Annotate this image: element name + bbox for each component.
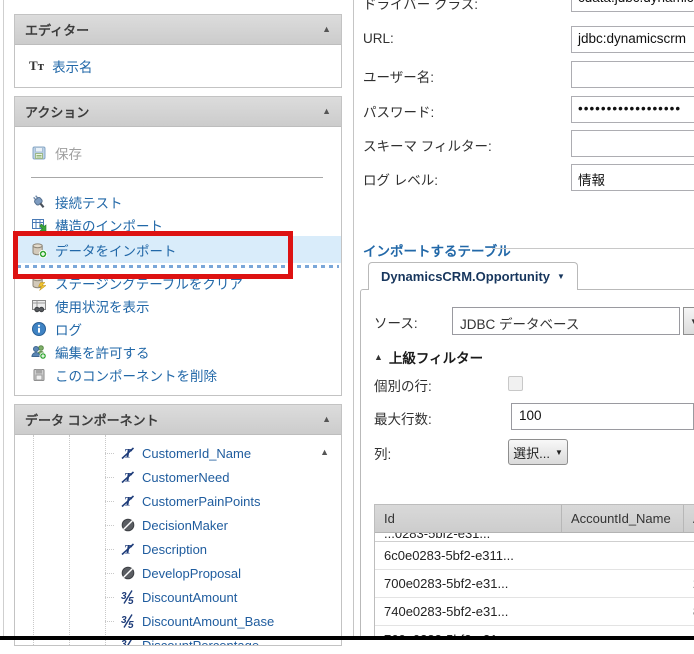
password-input[interactable]: ••••••••••••••••••	[571, 96, 694, 123]
collapse-arrow-icon[interactable]: ▲	[322, 25, 331, 34]
import-structure-icon	[32, 218, 47, 231]
editor-item-display-name[interactable]: 表示名	[52, 56, 93, 76]
actions-panel-header[interactable]: アクション ▲	[15, 97, 341, 127]
connection-settings-panel: ドライバー クラス: cdata.jdbc.dynamicscrm URL: j…	[353, 0, 694, 636]
action-import-structure[interactable]: 構造のインポート	[15, 213, 341, 236]
section-rule	[492, 248, 694, 249]
action-clear-staging-tables[interactable]: ステージングテーブルをクリア	[15, 271, 341, 294]
string-field-icon: T	[121, 542, 135, 557]
max-rows-input[interactable]: 100	[511, 403, 694, 430]
tree-item-field[interactable]: T CustomerNeed	[15, 465, 341, 489]
action-show-usage[interactable]: 使用状況を表示	[15, 294, 341, 317]
column-header-id[interactable]: Id	[375, 505, 562, 532]
show-usage-icon	[32, 299, 46, 312]
display-name-icon: Tт	[29, 58, 45, 73]
action-save[interactable]: 保存	[15, 139, 341, 167]
svg-text:5: 5	[128, 620, 134, 629]
tree-item-field[interactable]: T CustomerId_Name	[15, 441, 341, 465]
distinct-rows-label: 個別の行:	[374, 379, 432, 394]
chevron-down-icon: ▼	[690, 317, 694, 326]
action-allow-editing[interactable]: 編集を許可する	[15, 340, 341, 363]
string-field-icon: T	[121, 446, 135, 461]
actions-panel-title: アクション	[25, 105, 90, 120]
driver-class-label: ドライバー クラス:	[363, 0, 478, 12]
driver-class-input[interactable]: cdata.jdbc.dynamicscrm	[571, 0, 694, 12]
url-input[interactable]: jdbc:dynamicscrm	[571, 26, 694, 53]
drop-indicator-line	[17, 265, 339, 268]
password-label: パスワード:	[363, 105, 435, 120]
table-row[interactable]: 6c0e0283-5bf2-e311...	[375, 542, 694, 570]
string-field-icon: T	[121, 470, 135, 485]
tree-item-field[interactable]: 35 DiscountAmount	[15, 585, 341, 609]
distinct-rows-checkbox[interactable]	[508, 376, 523, 391]
editor-panel-title: エディター	[25, 23, 90, 38]
collapse-arrow-icon[interactable]: ▲	[322, 415, 331, 424]
action-connection-test[interactable]: 接続テスト	[15, 190, 341, 213]
editor-panel: エディター ▲ Tт 表示名	[14, 14, 342, 88]
tree-item-field[interactable]: 35 DiscountAmount_Base	[15, 609, 341, 633]
advanced-filter-header[interactable]: ▲ 上級フィルター	[374, 347, 483, 367]
collapse-arrow-icon: ▲	[374, 352, 383, 362]
column-header-accountid-name[interactable]: AccountId_Name	[562, 505, 684, 532]
clear-staging-icon	[32, 275, 47, 291]
data-components-panel-title: データ コンポーネント	[25, 413, 159, 428]
source-combobox[interactable]: JDBC データベース	[452, 307, 680, 335]
delete-component-icon	[33, 368, 45, 381]
table-row[interactable]: 740e0283-5bf2-e31... 8	[375, 598, 694, 626]
number-field-icon: 35	[121, 614, 134, 629]
table-row[interactable]: 760e0283-5bf2-e31 2	[375, 626, 694, 636]
left-sidebar: エディター ▲ Tт 表示名 アクション ▲ 保存 接続テスト 構造のインポート…	[14, 14, 342, 654]
schema-filter-label: スキーマ フィルター:	[363, 139, 492, 154]
column-header-amount[interactable]: A	[684, 505, 694, 532]
table-row[interactable]: 700e0283-5bf2-e31... 2	[375, 570, 694, 598]
svg-text:5: 5	[128, 596, 134, 605]
action-delete-component[interactable]: このコンポーネントを削除	[15, 363, 341, 386]
string-field-icon: T	[121, 494, 135, 509]
source-label: ソース:	[374, 316, 418, 331]
save-icon	[32, 146, 46, 160]
chevron-down-icon: ▼	[557, 272, 565, 281]
binary-field-icon	[121, 518, 135, 532]
log-level-input[interactable]: 情報	[571, 164, 694, 191]
action-log[interactable]: ログ	[15, 317, 341, 340]
log-level-label: ログ レベル:	[363, 173, 439, 188]
tree-item-field[interactable]: T CustomerPainPoints	[15, 489, 341, 513]
data-components-panel: データ コンポーネント ▲ ▲ T CustomerId_Name T Cust…	[14, 404, 342, 646]
import-tables-section-title: インポートするテーブル	[363, 244, 511, 259]
allow-editing-icon	[31, 344, 47, 360]
import-data-icon	[32, 242, 47, 258]
action-import-data[interactable]: データをインポート	[15, 236, 341, 263]
source-dropdown-button[interactable]: ▼	[683, 307, 694, 335]
connection-test-icon	[33, 194, 45, 208]
username-input[interactable]	[571, 61, 694, 88]
columns-label: 列:	[374, 447, 392, 462]
tree-item-field[interactable]: DevelopProposal	[15, 561, 341, 585]
divider	[31, 177, 323, 178]
actions-panel: アクション ▲ 保存 接続テスト 構造のインポート データをインポート ステージ…	[14, 96, 342, 396]
url-label: URL:	[363, 31, 394, 46]
window-left-border	[3, 0, 4, 640]
collapse-arrow-icon[interactable]: ▲	[322, 107, 331, 116]
tab-dynamicscrm-opportunity[interactable]: DynamicsCRM.Opportunity ▼	[368, 262, 578, 290]
preview-grid: Id AccountId_Name A ...0283-5bf2-e31... …	[374, 504, 694, 636]
number-field-icon: 35	[121, 590, 134, 605]
data-components-tree: ▲ T CustomerId_Name T CustomerNeed T Cus…	[15, 435, 341, 645]
log-info-icon	[32, 321, 46, 336]
binary-field-icon	[121, 566, 135, 580]
tree-item-field[interactable]: T Description	[15, 537, 341, 561]
table-settings-container: ソース: JDBC データベース ▼ ▲ 上級フィルター 個別の行: 最大行数:…	[360, 289, 694, 636]
grid-header: Id AccountId_Name A	[375, 505, 694, 533]
columns-select-button[interactable]: 選択... ▼	[508, 439, 568, 465]
tree-item-field[interactable]: DecisionMaker	[15, 513, 341, 537]
table-row-clipped[interactable]: ...0283-5bf2-e31...	[375, 533, 694, 542]
data-components-panel-header[interactable]: データ コンポーネント ▲	[15, 405, 341, 435]
username-label: ユーザー名:	[363, 70, 434, 85]
schema-filter-input[interactable]	[571, 130, 694, 157]
max-rows-label: 最大行数:	[374, 412, 432, 427]
editor-panel-header[interactable]: エディター ▲	[15, 15, 341, 45]
window-bottom-border	[0, 636, 694, 640]
chevron-down-icon: ▼	[554, 447, 563, 457]
